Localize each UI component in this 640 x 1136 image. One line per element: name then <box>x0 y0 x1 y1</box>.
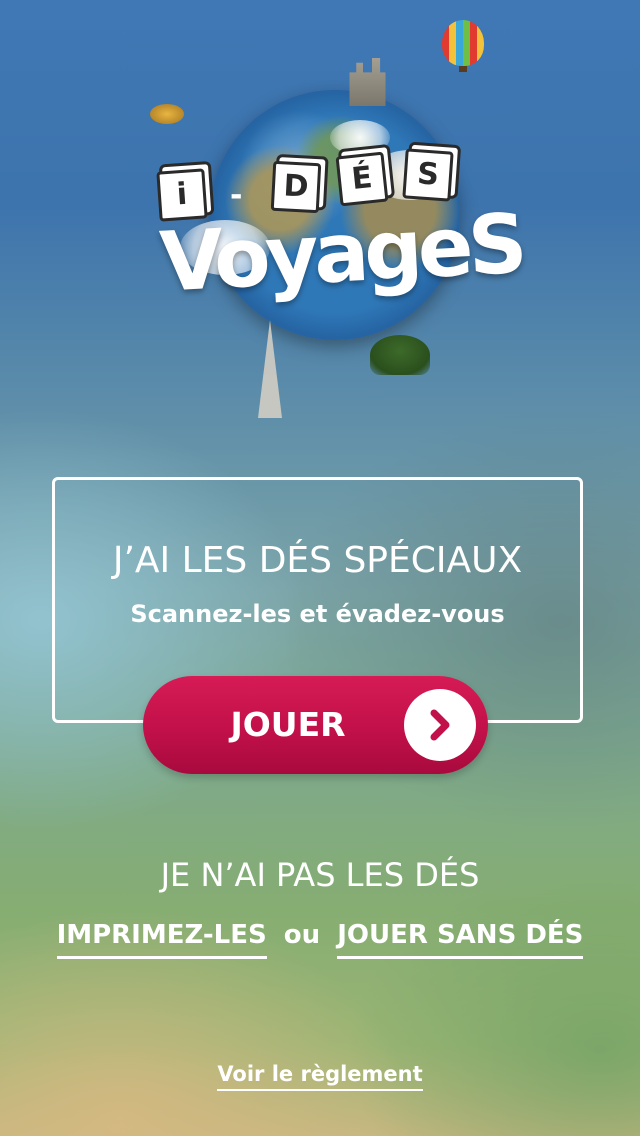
logo-wordmark: VoyageS <box>157 196 525 311</box>
special-dice-title: J’AI LES DÉS SPÉCIAUX <box>112 540 523 581</box>
logo-die-d: D <box>270 160 322 214</box>
or-separator: ou <box>283 920 321 950</box>
play-button[interactable]: JOUER <box>143 676 488 774</box>
logo-dash: - <box>230 178 243 213</box>
rules-link[interactable]: Voir le règlement <box>217 1062 423 1091</box>
palm-tree-icon <box>370 335 430 375</box>
play-without-dice-link[interactable]: JOUER SANS DÉS <box>337 920 584 959</box>
rules-link-container: Voir le règlement <box>0 1062 640 1091</box>
play-button-label: JOUER <box>230 705 346 744</box>
hot-air-balloon-icon <box>442 20 484 66</box>
print-dice-link[interactable]: IMPRIMEZ-LES <box>56 920 267 959</box>
castle-icon <box>349 58 386 106</box>
chevron-right-icon <box>404 689 476 761</box>
logo-die-s: S <box>402 148 454 202</box>
no-dice-title: JE N’AI PAS LES DÉS <box>160 856 480 894</box>
logo-die-e: É <box>335 151 389 207</box>
balloon-basket <box>459 66 467 72</box>
eiffel-tower-icon <box>258 320 282 418</box>
game-logo: i - D É S VoyageS <box>140 0 525 430</box>
parrot-icon <box>150 104 184 124</box>
special-dice-subtitle: Scannez-les et évadez-vous <box>130 600 505 628</box>
no-dice-options: IMPRIMEZ-LES ou JOUER SANS DÉS <box>0 920 640 959</box>
